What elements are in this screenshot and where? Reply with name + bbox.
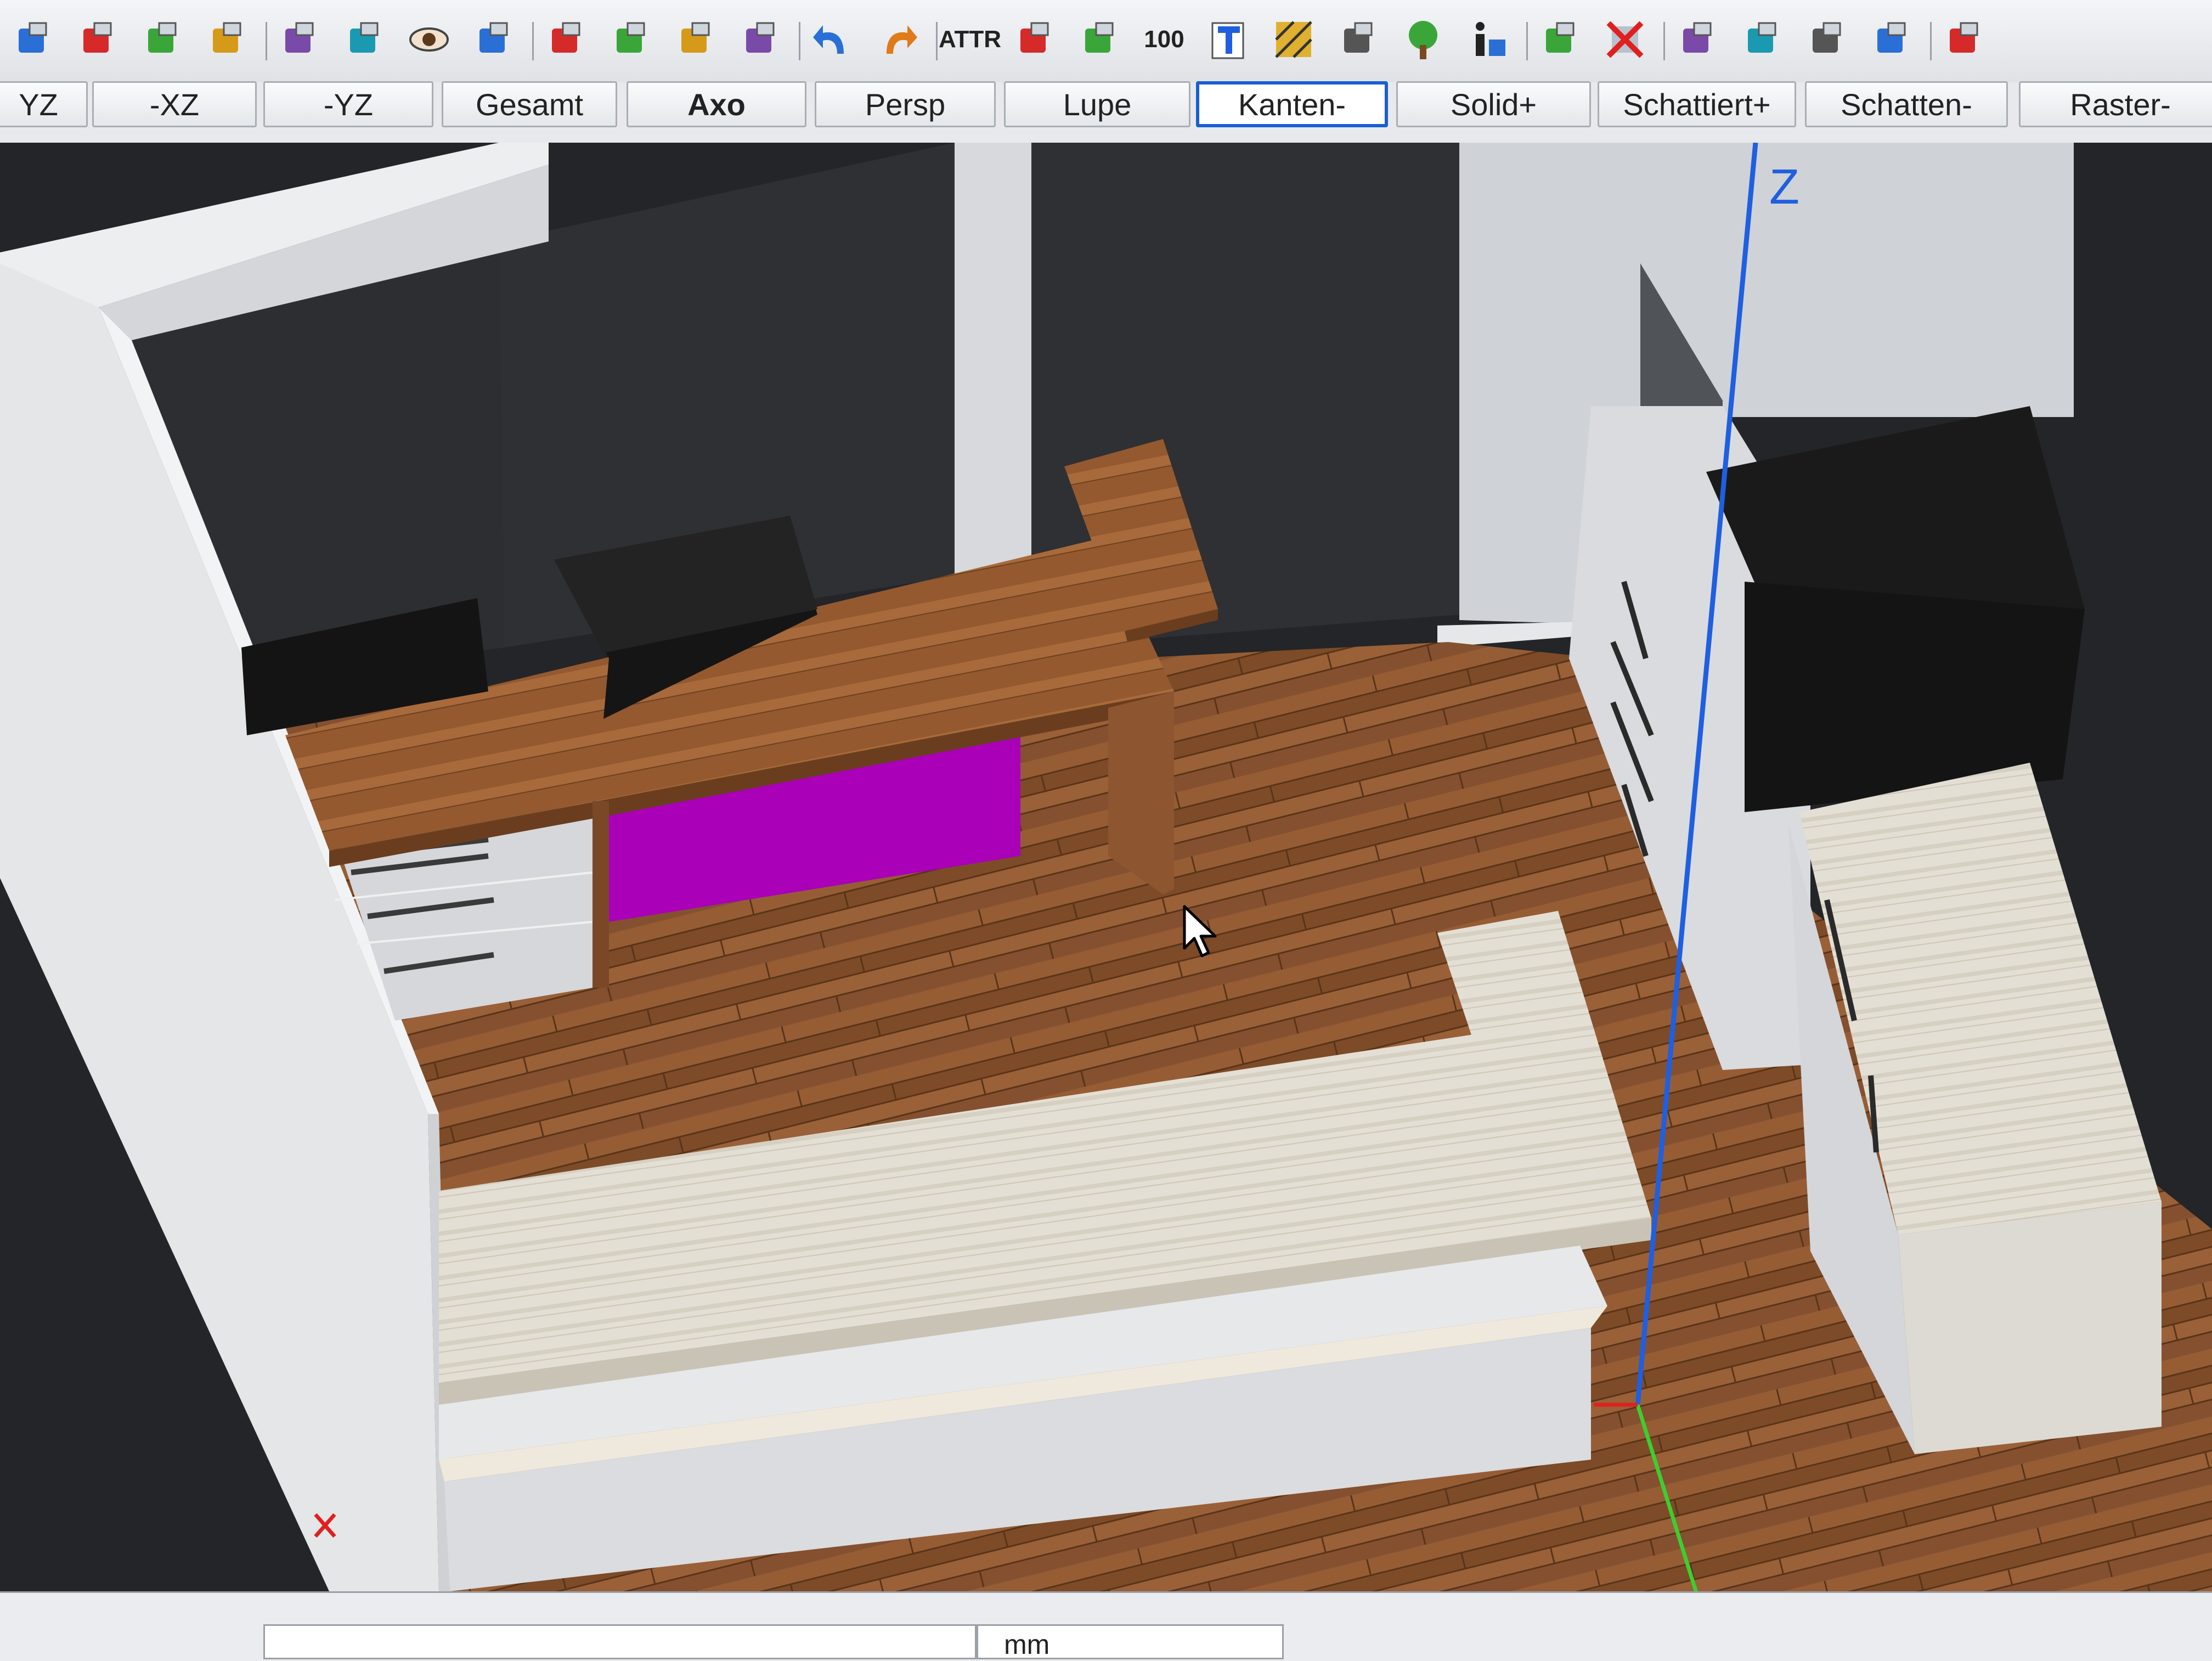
status-field [263, 1624, 977, 1659]
undo-icon[interactable] [805, 12, 860, 67]
object-icon[interactable] [1670, 12, 1725, 67]
pipette-icon[interactable] [135, 12, 190, 67]
toolbar-separator [1526, 22, 1528, 60]
printer-icon[interactable] [466, 12, 521, 67]
stack-icon[interactable] [1331, 12, 1386, 67]
main-toolbar: ATTR 100 [0, 0, 2212, 83]
attribute-icon[interactable]: ATTR [939, 12, 1001, 67]
eye-icon[interactable] [402, 12, 456, 67]
info-icon[interactable] [1460, 12, 1515, 67]
toolbar-separator [1663, 22, 1665, 60]
view-minus-xz-button[interactable]: -XZ [92, 81, 257, 127]
edges-toggle-button[interactable]: Kanten- [1196, 81, 1388, 127]
draw-tool-icon[interactable] [200, 12, 255, 67]
toolbar-separator [532, 22, 534, 60]
view-minus-yz-button[interactable]: -YZ [263, 81, 433, 127]
object-add-icon[interactable] [1735, 12, 1790, 67]
light-icon[interactable] [337, 12, 392, 67]
import-down-icon[interactable] [603, 12, 658, 67]
tree-icon[interactable] [1396, 12, 1451, 67]
mouse-cursor [1182, 904, 1221, 962]
object-rotate-icon[interactable] [1799, 12, 1854, 67]
grid-toggle-button[interactable]: Raster- [2019, 81, 2212, 127]
paint-brush-icon[interactable] [5, 12, 60, 67]
scene-render [0, 143, 2212, 1659]
toolbar-separator [266, 22, 267, 60]
export-up-icon[interactable] [539, 12, 594, 67]
toolbar-separator [936, 22, 938, 60]
view-persp-button[interactable]: Persp [815, 81, 996, 127]
shaded-toggle-button[interactable]: Schattiert+ [1598, 81, 1796, 127]
table-icon[interactable] [1007, 12, 1062, 67]
tools-icon[interactable] [1937, 12, 1991, 67]
dimension-100-icon[interactable]: 100 [1137, 12, 1192, 67]
box-icon[interactable] [1864, 12, 1919, 67]
camera-icon[interactable] [272, 12, 327, 67]
view-gesamt-button[interactable]: Gesamt [442, 81, 617, 127]
delete-icon[interactable] [1598, 12, 1652, 67]
toolbar-separator [799, 22, 800, 60]
view-lupe-button[interactable]: Lupe [1004, 81, 1190, 127]
redo-icon[interactable] [870, 12, 925, 67]
toolbar-separator [1930, 22, 1932, 60]
view-axo-button[interactable]: Axo [627, 81, 806, 127]
text-tool-icon[interactable] [1201, 12, 1256, 67]
layers-color-icon[interactable] [1072, 12, 1127, 67]
refresh-icon[interactable] [1533, 12, 1588, 67]
drop-icon[interactable] [668, 12, 723, 67]
z-axis-label: Z [1769, 160, 1799, 215]
solid-toggle-button[interactable]: Solid+ [1396, 81, 1591, 127]
3d-viewport[interactable] [0, 143, 2212, 1659]
view-yz-button[interactable]: YZ [0, 81, 88, 127]
shadow-toggle-button[interactable]: Schatten- [1805, 81, 2008, 127]
cup-icon[interactable] [733, 12, 788, 67]
unit-label: mm [1004, 1629, 1050, 1660]
magic-wand-icon[interactable] [70, 12, 125, 67]
hatch-icon[interactable] [1266, 12, 1321, 67]
